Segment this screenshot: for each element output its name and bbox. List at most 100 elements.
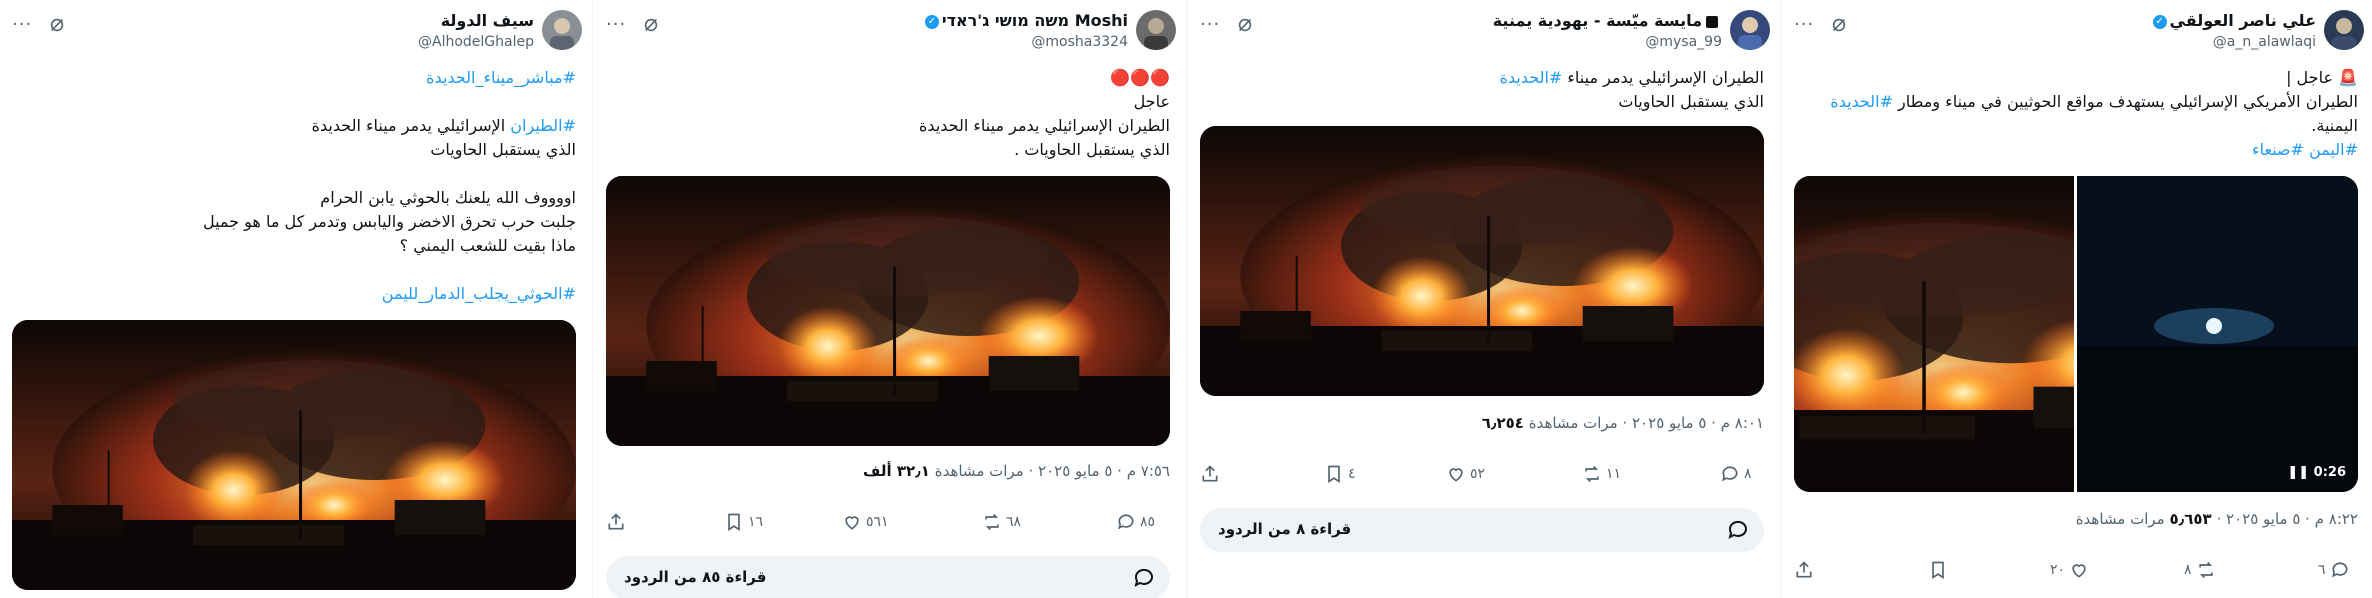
view-count: ٣٢٫١ ألف (862, 462, 930, 480)
repost-icon (1585, 465, 1599, 483)
repost-button[interactable]: ١١ (1582, 464, 1621, 484)
tweet-text: 🔴🔴🔴 عاجل الطيران الإسرائيلي يدمر ميناء ا… (606, 66, 1170, 162)
video-player[interactable]: ❚❚ 0:26 (1794, 176, 2358, 492)
tweet-card-4[interactable]: سيف الدولة @AlhodelGhalep ··· #مباشر_مين… (0, 0, 588, 598)
read-replies-button[interactable]: قراءة ٨٥ من الردود (606, 556, 1170, 598)
tweet-image[interactable] (1200, 126, 1764, 396)
handle[interactable]: @mosha3324 (922, 33, 1128, 51)
column-divider (592, 0, 593, 598)
more-options-icon[interactable]: ··· (606, 14, 626, 35)
handle[interactable]: @mysa_99 (1493, 33, 1722, 51)
reply-icon (1722, 466, 1738, 482)
grok-icon[interactable] (48, 16, 66, 34)
display-name[interactable]: سيف الدولة (418, 12, 534, 30)
timestamp[interactable]: ٨:٢٢ م · ٥ مايو ٢٠٢٥ · (2212, 510, 2358, 528)
text-line: 🚨 عاجل | (2286, 68, 2358, 87)
reply-button[interactable]: ٦ (2318, 560, 2350, 580)
column-divider (1186, 0, 1187, 598)
repost-button[interactable]: ٦٨ (982, 512, 1021, 532)
avatar[interactable] (1730, 10, 1770, 50)
share-button[interactable] (1200, 464, 1220, 484)
hashtag-link[interactable]: #الحديدة (1830, 92, 1893, 111)
action-bar: ٢٠ ٨ ٦ (1794, 560, 2358, 584)
more-options-icon[interactable]: ··· (12, 14, 32, 35)
share-icon (1202, 465, 1218, 482)
text-line: ماذا بقيت للشعب اليمني ؟ (399, 236, 576, 255)
share-button[interactable] (1794, 560, 1814, 580)
text-line: الذي يستقبل الحاويات (430, 140, 576, 159)
like-button[interactable]: ٥٦١ (842, 512, 889, 532)
hashtag-link[interactable]: #الطيران (510, 116, 576, 135)
bookmark-icon (1328, 465, 1340, 484)
read-replies-label: قراءة ٨ من الردود (1218, 520, 1352, 538)
text-line: عاجل (1133, 92, 1170, 111)
tweet-image[interactable] (12, 320, 576, 590)
text-line: الطيران الإسرائيلي يدمر ميناء #الحديدة (1499, 68, 1764, 87)
hashtag-line[interactable]: #اليمن #صنعاء (1794, 138, 2358, 162)
more-options-icon[interactable]: ··· (1794, 14, 1814, 35)
reply-icon (2331, 562, 2348, 578)
like-button[interactable]: ٥٢ (1446, 464, 1485, 484)
grok-icon[interactable] (642, 16, 660, 34)
avatar[interactable] (1136, 10, 1176, 50)
tweet-text: #مباشر_ميناء_الحديدة #الطيران الإسرائيلي… (12, 66, 576, 306)
text-line: الذي يستقبل الحاويات . (1014, 140, 1170, 159)
tweet-card-1[interactable]: علي ناصر العولقي✓ @a_n_alawlaqi ··· 🚨 عا… (1782, 0, 2370, 598)
share-icon (1796, 561, 1812, 578)
grok-icon[interactable] (1830, 16, 1848, 34)
heart-icon (2072, 564, 2086, 578)
heart-icon (845, 516, 859, 530)
tweet-header: سيف الدولة @AlhodelGhalep ··· (12, 6, 582, 56)
text-line: جلبت حرب تحرق الاخضر واليابس وتدمر كل ما… (202, 212, 576, 231)
fire-image (606, 176, 1170, 446)
text-line: #الطيران الإسرائيلي يدمر ميناء الحديدة (311, 116, 576, 135)
hashtag-line[interactable]: #الحوثي_يجلب_الدمار_لليمن (12, 282, 576, 306)
timestamp[interactable]: ٨:٠١ م · ٥ مايو ٢٠٢٥ · (1618, 414, 1764, 432)
tweet-card-2[interactable]: مايسة ميّسة - يهودية يمنية @mysa_99 ··· … (1188, 0, 1776, 598)
tweet-meta: ٧:٥٦ م · ٥ مايو ٢٠٢٥ · مرات مشاهدة ٣٢٫١ … (606, 462, 1170, 480)
views-label: مرات مشاهدة (2075, 510, 2165, 528)
display-name[interactable]: علي ناصر العولقي (2170, 11, 2316, 30)
avatar[interactable] (2324, 10, 2364, 50)
fire-image (12, 320, 576, 590)
tweet-meta: ٨:٢٢ م · ٥ مايو ٢٠٢٥ · ٥٫٦٥٣ مرات مشاهدة (1794, 510, 2358, 528)
fire-image (1200, 126, 1764, 396)
handle[interactable]: @AlhodelGhalep (418, 33, 534, 51)
bookmark-button[interactable] (1928, 560, 1948, 580)
share-button[interactable] (606, 512, 626, 532)
action-bar: ٤ ٥٢ ١١ ٨ (1200, 464, 1764, 488)
tweet-image[interactable] (606, 176, 1170, 446)
more-options-icon[interactable]: ··· (1200, 14, 1220, 35)
timestamp[interactable]: ٧:٥٦ م · ٥ مايو ٢٠٢٥ · (1024, 462, 1170, 480)
video-duration: ❚❚ 0:26 (2287, 465, 2346, 480)
verified-badge-icon: ✓ (924, 14, 939, 29)
reply-button[interactable]: ٨ (1720, 464, 1752, 484)
text-line: 🔴🔴🔴 (1110, 68, 1170, 87)
reply-button[interactable]: ٨٥ (1116, 512, 1155, 532)
column-divider (1780, 0, 1781, 598)
handle[interactable]: @a_n_alawlaqi (2150, 33, 2316, 51)
hashtag-line[interactable]: #مباشر_ميناء_الحديدة (12, 66, 576, 90)
display-name[interactable]: Moshi משה מושי ג'ראדי (942, 11, 1128, 30)
repost-button[interactable]: ٨ (2184, 560, 2216, 580)
read-replies-button[interactable]: قراءة ٨ من الردود (1200, 508, 1764, 552)
bookmark-button[interactable]: ١٦ (724, 512, 763, 532)
pause-icon[interactable]: ❚❚ (2287, 465, 2309, 480)
display-name[interactable]: مايسة ميّسة - يهودية يمنية (1493, 11, 1702, 30)
hashtag-link[interactable]: #الحديدة (1500, 68, 1563, 87)
tweet-card-3[interactable]: Moshi משה מושי ג'ראדי✓ @mosha3324 ··· 🔴🔴… (594, 0, 1182, 598)
read-replies-label: قراءة ٨٥ من الردود (624, 568, 767, 586)
tweet-meta: ٨:٠١ م · ٥ مايو ٢٠٢٥ · مرات مشاهدة ٦٫٢٥٤ (1200, 414, 1764, 432)
avatar[interactable] (542, 10, 582, 50)
repost-icon (2198, 561, 2213, 579)
grok-icon[interactable] (1236, 16, 1254, 34)
like-button[interactable]: ٢٠ (2050, 560, 2089, 580)
tweet-text: 🚨 عاجل | الطيران الأمريكي الإسرائيلي يست… (1794, 66, 2358, 162)
text-line: الطيران الأمريكي الإسرائيلي يستهدف مواقع… (1830, 92, 2358, 111)
video-thumbnail (1794, 176, 2358, 492)
reply-icon (1118, 514, 1134, 530)
tweet-header: Moshi משה מושי ג'ראדי✓ @mosha3324 ··· (606, 6, 1176, 56)
bookmark-button[interactable]: ٤ (1324, 464, 1356, 484)
